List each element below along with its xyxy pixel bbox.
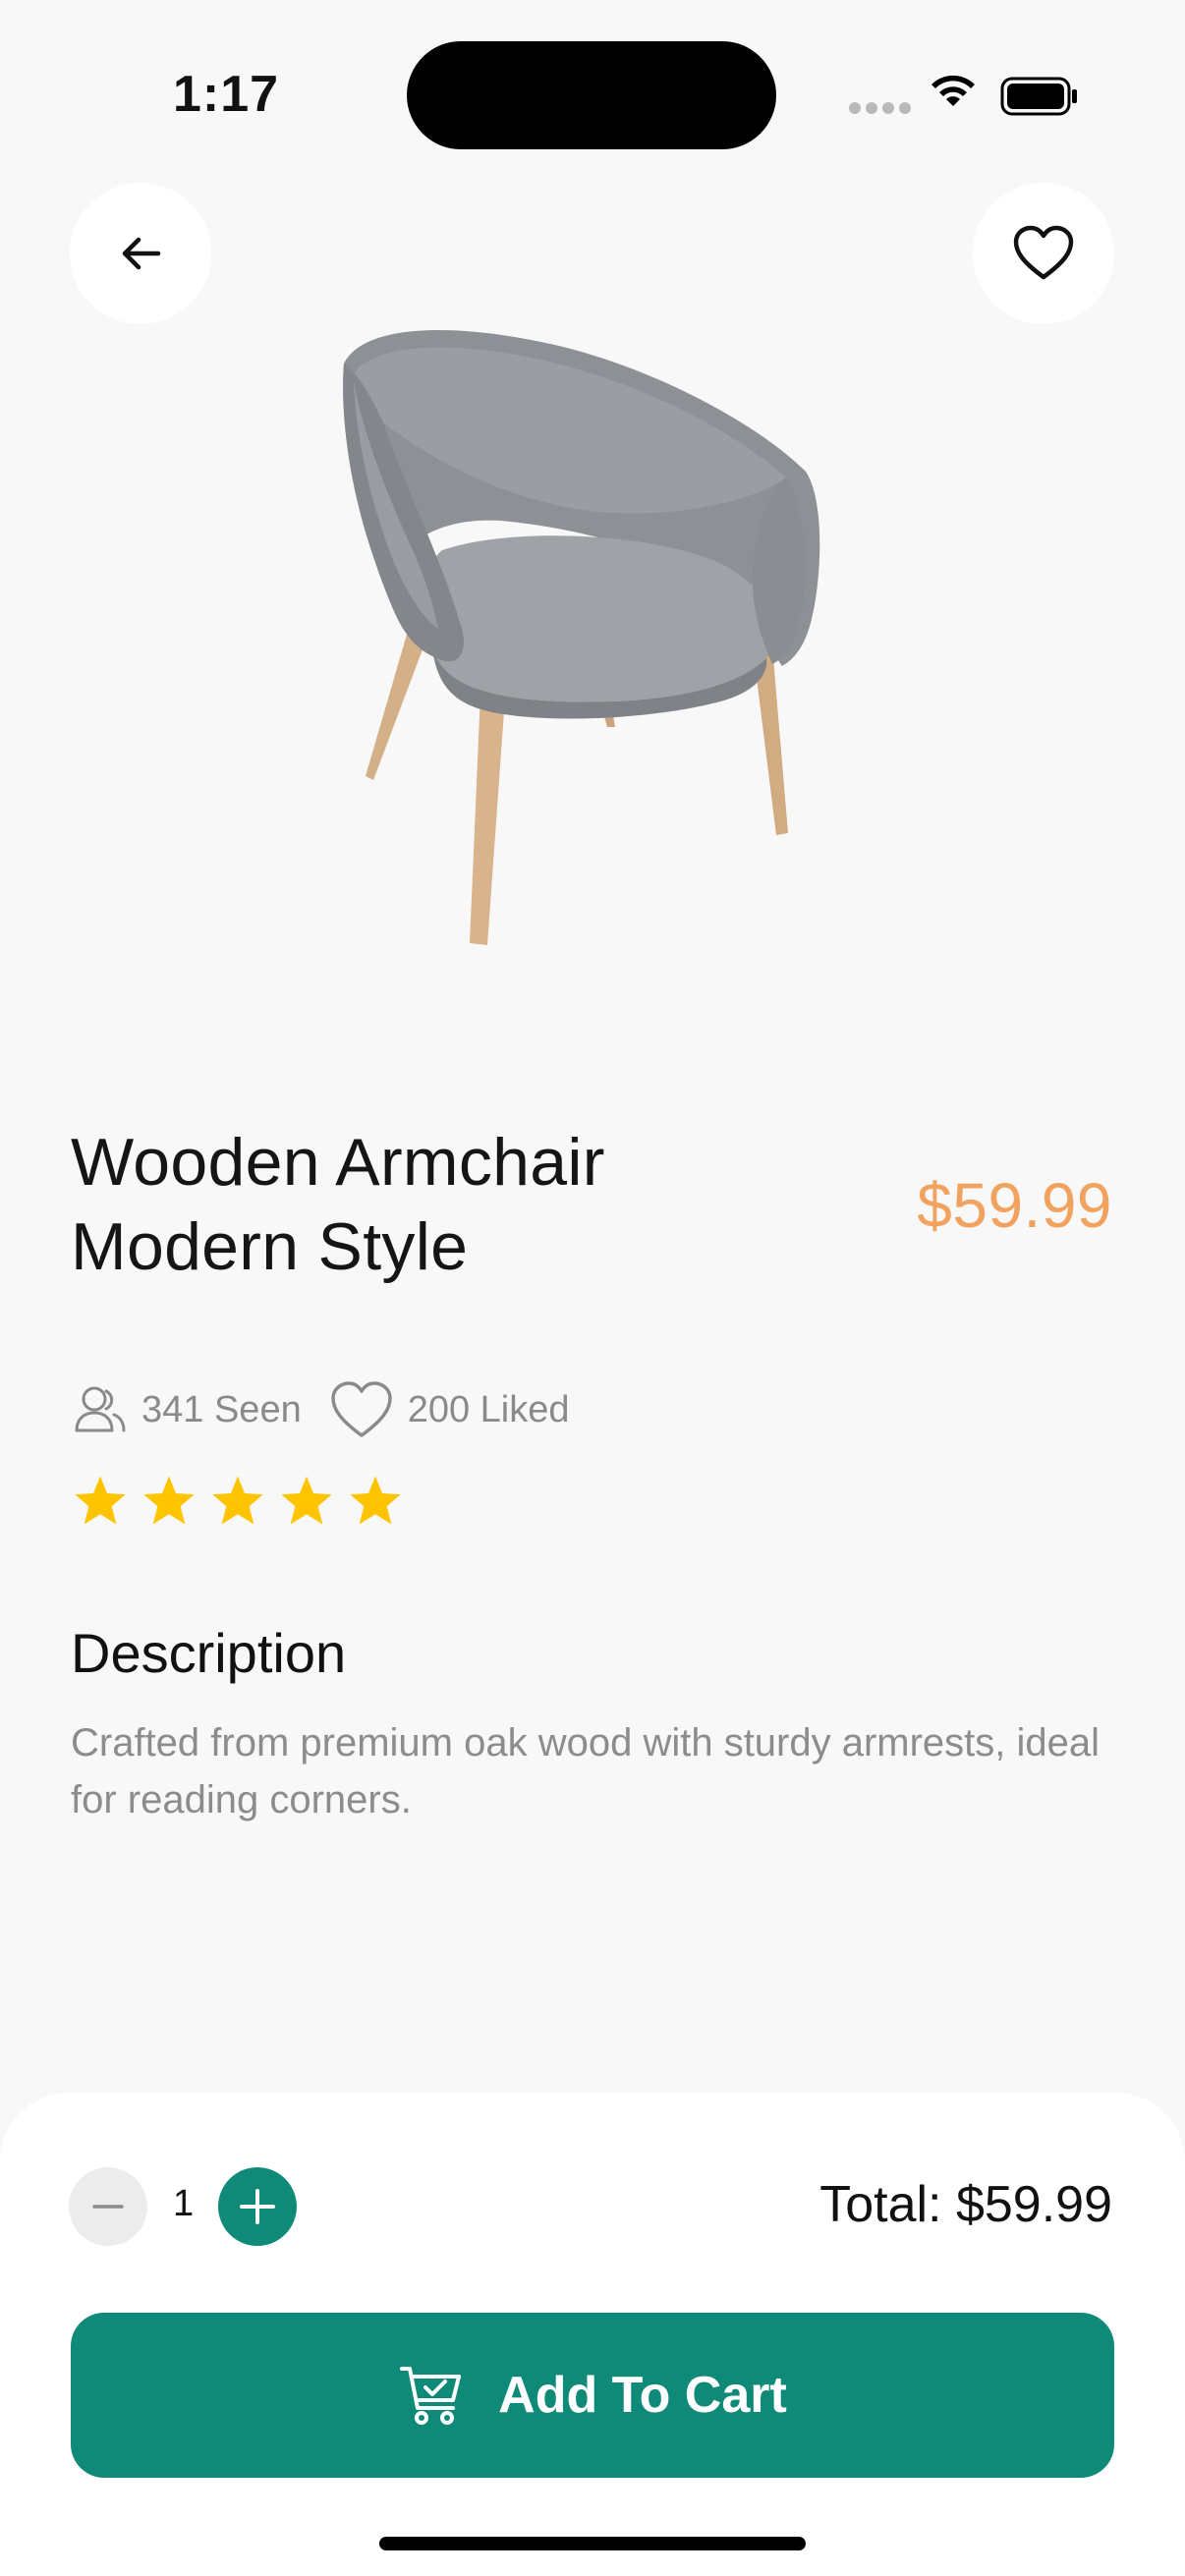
product-stats: 341 Seen 200 Liked [73, 1375, 597, 1444]
star-icon [281, 1476, 332, 1525]
wifi-icon [931, 75, 975, 106]
product-price: $59.99 [917, 1170, 1112, 1241]
home-indicator[interactable] [379, 2537, 806, 2550]
star-icon [143, 1476, 195, 1525]
rating-stars [73, 1474, 403, 1527]
description-heading: Description [71, 1622, 347, 1684]
back-button[interactable] [70, 183, 211, 324]
seen-count: 341 Seen [141, 1388, 302, 1430]
product-title: Wooden Armchair Modern Style [71, 1125, 605, 1284]
decrease-quantity-button[interactable] [69, 2167, 147, 2246]
cart-check-icon [400, 2367, 462, 2425]
dynamic-island [407, 41, 776, 149]
cellular-signal-icon [849, 102, 911, 114]
order-total: Total: $59.99 [819, 2176, 1112, 2233]
add-to-cart-label: Add To Cart [498, 2367, 787, 2424]
description-text: Crafted from premium oak wood with sturd… [71, 1721, 1100, 1821]
heart-outline-icon [330, 1381, 392, 1437]
battery-icon [1000, 77, 1077, 116]
favorite-button[interactable] [973, 183, 1114, 324]
star-icon [212, 1476, 263, 1525]
heart-icon [1013, 225, 1074, 280]
users-icon [75, 1386, 126, 1432]
minus-icon [92, 2205, 124, 2209]
product-image [343, 330, 820, 945]
liked-stat: 200 Liked [329, 1380, 570, 1439]
star-icon [350, 1476, 401, 1525]
seen-stat: 341 Seen [73, 1383, 302, 1436]
status-bar: 1:17 [0, 0, 1185, 177]
plus-icon [240, 2189, 275, 2224]
star-icon [75, 1476, 126, 1525]
arrow-left-icon [122, 237, 161, 270]
quantity-value: 1 [173, 2183, 195, 2224]
liked-count: 200 Liked [407, 1388, 570, 1430]
increase-quantity-button[interactable] [218, 2167, 297, 2246]
add-to-cart-button[interactable]: Add To Cart [71, 2313, 1114, 2478]
status-time: 1:17 [173, 66, 280, 123]
